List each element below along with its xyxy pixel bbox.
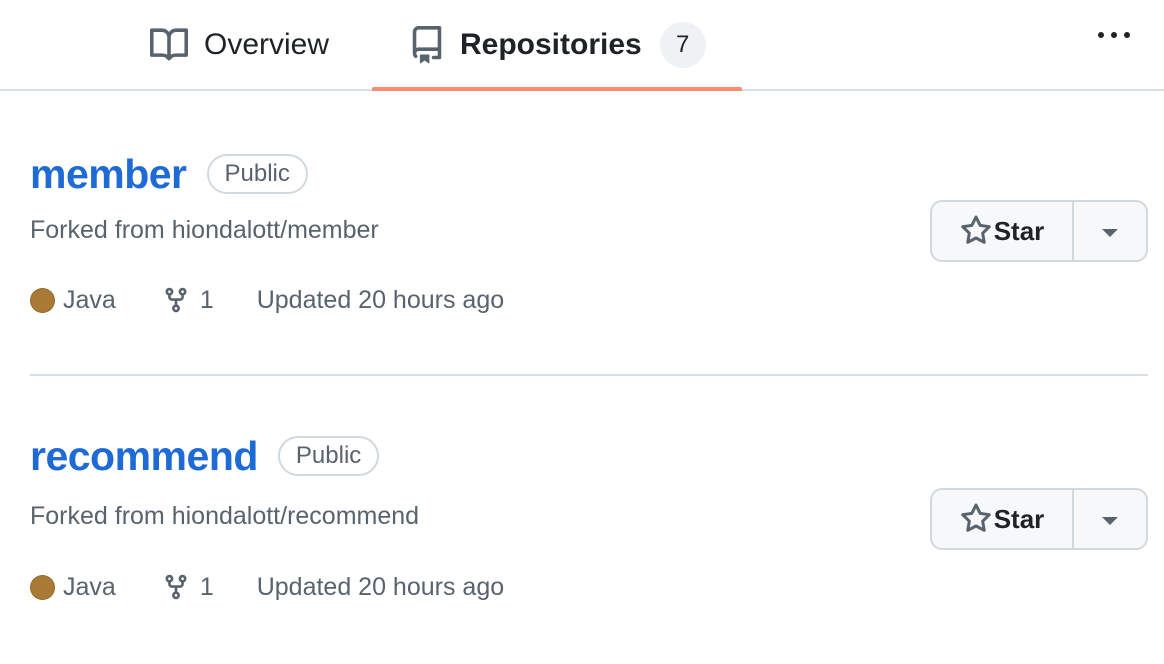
language-color-dot [30, 574, 55, 600]
star-button-group: Star [930, 200, 1148, 262]
tab-overview-label: Overview [204, 27, 330, 61]
repo-name-link[interactable]: member [30, 151, 187, 198]
star-button-group: Star [930, 488, 1148, 550]
star-icon [960, 503, 991, 532]
repo-list-item: recommend Public Forked from hiondalott/… [30, 378, 1148, 664]
repo-forked-icon [165, 574, 187, 600]
repo-list-item: member Public Forked from hiondalott/mem… [30, 92, 1148, 378]
visibility-badge: Public [206, 154, 308, 194]
tab-overview[interactable]: Overview [150, 0, 329, 89]
forks-count: 1 [199, 572, 214, 601]
triangle-down-icon [1102, 517, 1118, 525]
language-name: Java [63, 572, 116, 601]
star-list-dropdown-button[interactable] [1074, 202, 1146, 260]
forked-from-prefix: Forked from [30, 216, 172, 244]
language-color-dot [30, 287, 55, 313]
repo-divider [30, 374, 1148, 376]
language-name: Java [63, 285, 116, 314]
repo-meta: Java 1 Updated 20 hours ago [30, 282, 504, 318]
star-button[interactable]: Star [932, 202, 1074, 260]
repo-title-row: member Public [30, 150, 308, 198]
forked-from-prefix: Forked from [30, 502, 172, 530]
triangle-down-icon [1102, 229, 1118, 237]
kebab-horizontal-icon [1098, 32, 1104, 38]
forks-link[interactable]: 1 [162, 284, 214, 316]
tab-repositories-label: Repositories [460, 27, 642, 61]
forks-count: 1 [199, 285, 214, 314]
book-icon [150, 27, 188, 60]
repositories-counter: 7 [659, 21, 706, 68]
visibility-badge: Public [277, 436, 380, 476]
updated-text: Updated 20 hours ago [256, 572, 505, 601]
repo-name-link[interactable]: recommend [30, 433, 258, 480]
forked-from-text: Forked from hiondalott/recommend [30, 502, 419, 531]
updated-text: Updated 20 hours ago [256, 285, 505, 314]
star-button[interactable]: Star [932, 490, 1074, 548]
tab-repositories[interactable]: Repositories 7 [372, 0, 742, 91]
profile-tab-nav: Overview Repositories 7 [0, 0, 1164, 91]
more-options-button[interactable] [1094, 20, 1134, 50]
star-icon [960, 215, 991, 244]
star-label: Star [993, 215, 1045, 246]
forked-from-text: Forked from hiondalott/member [30, 216, 379, 245]
repo-icon [412, 25, 442, 63]
forked-from-link[interactable]: hiondalott/member [172, 216, 379, 244]
repo-title-row: recommend Public [30, 432, 380, 480]
repo-forked-icon [165, 287, 187, 313]
forks-link[interactable]: 1 [162, 571, 214, 603]
repo-meta: Java 1 Updated 20 hours ago [30, 569, 504, 605]
forked-from-link[interactable]: hiondalott/recommend [172, 502, 419, 530]
star-list-dropdown-button[interactable] [1074, 490, 1146, 548]
star-label: Star [993, 503, 1045, 534]
